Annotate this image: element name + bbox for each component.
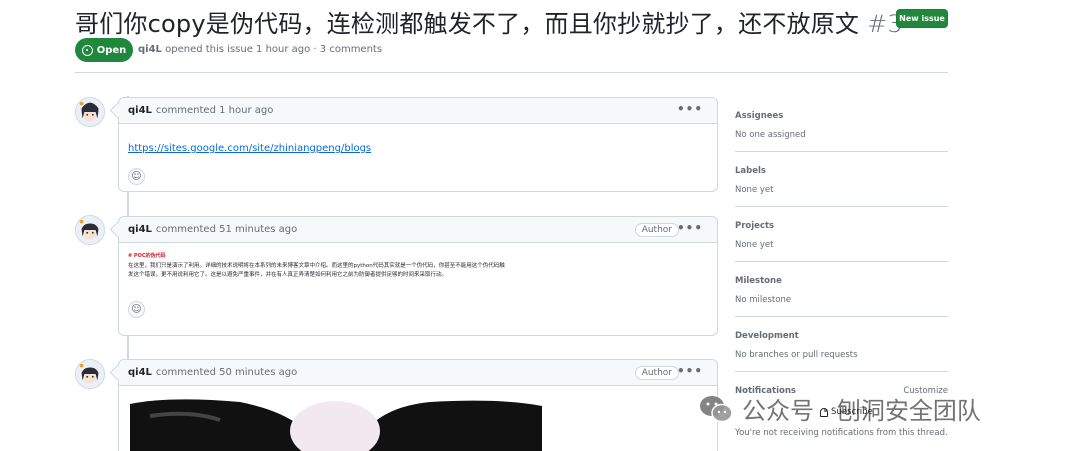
sidebar-divider (735, 261, 948, 262)
sidebar-value: None yet (735, 185, 774, 195)
comment-header: qi4L commented 51 minutes ago Author ••• (119, 217, 717, 243)
sidebar-divider (735, 151, 948, 152)
smiley-icon: ☺ (131, 304, 142, 315)
comment-link[interactable]: https://sites.google.com/site/zhiniangpe… (128, 143, 371, 154)
comment-options-icon[interactable]: ••• (677, 364, 703, 378)
author-badge: Author (634, 223, 679, 237)
comment-author[interactable]: qi4L (128, 367, 152, 378)
comment-time[interactable]: commented 50 minutes ago (156, 367, 297, 378)
add-reaction-button[interactable]: ☺ (128, 301, 145, 318)
avatar-image (76, 98, 104, 126)
issue-meta-text: opened this issue 1 hour ago · 3 comment… (165, 44, 383, 55)
sidebar-assignees[interactable]: Assignees No one assigned (735, 111, 948, 140)
comment-options-icon[interactable]: ••• (677, 102, 703, 116)
avatar[interactable] (75, 215, 105, 245)
sidebar-value: No one assigned (735, 130, 806, 140)
issue-author-link[interactable]: qi4L (138, 44, 162, 55)
issue-open-icon (81, 44, 93, 56)
comment-header: qi4L commented 1 hour ago ••• (119, 98, 717, 124)
sidebar-development[interactable]: Development No branches or pull requests (735, 331, 948, 360)
bell-icon (820, 407, 828, 417)
author-badge: Author (634, 366, 679, 380)
comment-options-icon[interactable]: ••• (677, 221, 703, 235)
sidebar-divider (735, 206, 948, 207)
sidebar-value: None yet (735, 240, 774, 250)
subscribe-button[interactable]: Subscribe (816, 404, 877, 420)
sidebar-value: No milestone (735, 295, 792, 305)
sidebar-divider (735, 316, 948, 317)
comment-time[interactable]: commented 1 hour ago (156, 105, 273, 116)
meme-image (130, 396, 542, 451)
comment-card: qi4L commented 51 minutes ago Author •••… (118, 216, 718, 336)
sidebar-heading: Projects (735, 221, 775, 231)
issue-state-label: Open (96, 44, 127, 56)
subscribe-label: Subscribe (831, 407, 873, 417)
issue-title-text: 哥们你copy是伪代码，连检测都触发不了，而且你抄就抄了，还不放原文 (75, 10, 860, 38)
comment-header: qi4L commented 50 minutes ago Author ••• (119, 360, 717, 386)
comment-author[interactable]: qi4L (128, 224, 152, 235)
sidebar-heading: Assignees (735, 111, 784, 121)
wechat-icon (700, 395, 733, 422)
comment-body: # POC的伪代码 在这里，我们只是演示了利用。详细的技术说明将在本系列的未来博… (119, 243, 717, 326)
smiley-icon: ☺ (131, 171, 142, 182)
sidebar-heading: Milestone (735, 276, 782, 286)
add-reaction-button[interactable]: ☺ (128, 168, 145, 185)
header-divider (75, 72, 948, 73)
avatar-image (76, 360, 104, 388)
sidebar-value: No branches or pull requests (735, 350, 858, 360)
panda-meme-image (130, 396, 542, 451)
sidebar-projects[interactable]: Projects None yet (735, 221, 948, 250)
sidebar-labels[interactable]: Labels None yet (735, 166, 948, 195)
notification-status: You're not receiving notifications from … (735, 428, 948, 438)
comment-body: https://sites.google.com/site/zhiniangpe… (119, 124, 717, 193)
poc-paragraph: 在这里，我们只是演示了利用。详细的技术说明将在本系列的未来博客文章中介绍。而这里… (128, 263, 505, 278)
sidebar-milestone[interactable]: Milestone No milestone (735, 276, 948, 305)
issue-state-badge: Open (75, 38, 133, 62)
avatar[interactable] (75, 359, 105, 389)
comment-card: qi4L commented 1 hour ago ••• https://si… (118, 97, 718, 192)
avatar[interactable] (75, 97, 105, 127)
comment-time[interactable]: commented 51 minutes ago (156, 224, 297, 235)
poc-heading: # POC的伪代码 (128, 253, 166, 259)
sidebar-heading: Development (735, 331, 799, 341)
issue-meta: qi4L opened this issue 1 hour ago · 3 co… (138, 44, 382, 55)
comment-author[interactable]: qi4L (128, 105, 152, 116)
sidebar-heading: Labels (735, 166, 766, 176)
sidebar-divider (735, 371, 948, 372)
avatar-image (76, 216, 104, 244)
issue-title: 哥们你copy是伪代码，连检测都触发不了，而且你抄就抄了，还不放原文 #3 (75, 4, 903, 39)
new-issue-button[interactable]: New issue (896, 9, 948, 28)
